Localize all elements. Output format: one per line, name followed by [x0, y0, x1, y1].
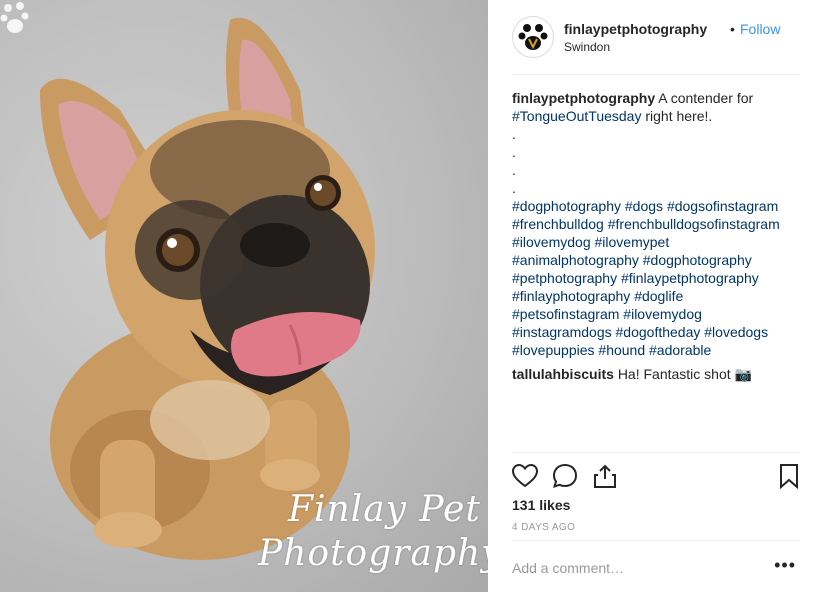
- post-panel: finlaypetphotography • Follow Swindon fi…: [488, 0, 821, 592]
- comment: tallulahbiscuits Ha! Fantastic shot 📷: [512, 365, 802, 383]
- hashtag-link[interactable]: #frenchbulldog: [512, 216, 604, 232]
- caption-username[interactable]: finlaypetphotography: [512, 90, 655, 106]
- hashtag-link[interactable]: #ilovemydog: [623, 306, 702, 322]
- watermark-logo: Finlay Pet Photography: [258, 488, 488, 576]
- caption-line: finlaypetphotography A contender for: [512, 89, 802, 107]
- hashtag-line: #finlayphotography #doglife: [512, 287, 802, 305]
- watermark-paw-icon: [0, 2, 29, 33]
- watermark-line-1: Finlay Pet: [288, 489, 481, 530]
- hashtag-line: #dogphotography #dogs #dogsofinstagram: [512, 197, 802, 215]
- hashtag-link[interactable]: #animalphotography: [512, 252, 639, 268]
- avatar[interactable]: [512, 16, 554, 58]
- hashtag-link[interactable]: #adorable: [649, 342, 711, 358]
- camera-emoji-icon: 📷: [734, 366, 752, 382]
- location-link[interactable]: Swindon: [564, 40, 610, 54]
- bookmark-icon[interactable]: [776, 463, 802, 489]
- hashtag-line: #petsofinstagram #ilovemydog: [512, 305, 802, 323]
- hashtag-line: #lovepuppies #hound #adorable: [512, 341, 802, 359]
- hashtag-link[interactable]: #ilovemydog: [512, 234, 591, 250]
- hashtag-link[interactable]: #doglife: [634, 288, 683, 304]
- hashtag-link[interactable]: #petsofinstagram: [512, 306, 619, 322]
- comment-icon[interactable]: [552, 463, 578, 489]
- more-options-button[interactable]: •••: [774, 555, 796, 576]
- post-header: finlaypetphotography • Follow Swindon: [512, 16, 800, 75]
- add-comment-section: •••: [512, 540, 800, 593]
- hashtag-link[interactable]: #hound: [598, 342, 645, 358]
- hashtag-link[interactable]: #TongueOutTuesday: [512, 108, 641, 124]
- hashtag-link[interactable]: #dogs: [625, 198, 663, 214]
- add-comment-input[interactable]: [512, 555, 752, 581]
- share-icon[interactable]: [592, 463, 618, 489]
- hashtag-link[interactable]: #dogoftheday: [616, 324, 701, 340]
- caption-text: A contender for: [655, 90, 754, 106]
- watermark-line-2: Photography: [258, 533, 488, 574]
- hashtag-link[interactable]: #dogphotography: [643, 252, 752, 268]
- hashtag-line: #petphotography #finlaypetphotography: [512, 269, 802, 287]
- hashtag-link[interactable]: #finlaypetphotography: [621, 270, 759, 286]
- hashtag-line: #instagramdogs #dogoftheday #lovedogs: [512, 323, 802, 341]
- separator-dot: •: [730, 21, 735, 37]
- post-caption: finlaypetphotography A contender for #To…: [512, 89, 802, 383]
- caption-dot: .: [512, 180, 516, 196]
- hashtag-line: #ilovemydog #ilovemypet: [512, 233, 802, 251]
- comment-username[interactable]: tallulahbiscuits: [512, 366, 614, 382]
- hashtag-link[interactable]: #dogsofinstagram: [667, 198, 778, 214]
- hashtag-link[interactable]: #lovepuppies: [512, 342, 595, 358]
- caption-dot: .: [512, 162, 516, 178]
- hashtag-link[interactable]: #frenchbulldogsofinstagram: [608, 216, 780, 232]
- hashtag-link[interactable]: #instagramdogs: [512, 324, 612, 340]
- hashtag-line: #frenchbulldog #frenchbulldogsofinstagra…: [512, 215, 802, 233]
- caption-dot: .: [512, 126, 516, 142]
- paw-logo-icon: [518, 24, 548, 50]
- post-timestamp[interactable]: 4 DAYS AGO: [512, 522, 575, 533]
- caption-line: #TongueOutTuesday right here!.: [512, 107, 802, 125]
- heart-icon[interactable]: [512, 463, 538, 489]
- caption-text: right here!.: [641, 108, 713, 124]
- comment-text: Ha! Fantastic shot: [617, 366, 731, 382]
- likes-count[interactable]: 131 likes: [512, 497, 570, 513]
- hashtag-link[interactable]: #dogphotography: [512, 198, 621, 214]
- hashtag-link[interactable]: #lovedogs: [704, 324, 768, 340]
- action-bar: [512, 452, 800, 501]
- hashtag-block: #dogphotography #dogs #dogsofinstagram #f…: [512, 197, 802, 359]
- post-photo[interactable]: Finlay Pet Photography: [0, 0, 488, 592]
- hashtag-link[interactable]: #petphotography: [512, 270, 617, 286]
- caption-dot: .: [512, 144, 516, 160]
- follow-button[interactable]: Follow: [740, 21, 780, 37]
- hashtag-link[interactable]: #finlayphotography: [512, 288, 630, 304]
- username-link[interactable]: finlaypetphotography: [564, 21, 707, 37]
- hashtag-line: #animalphotography #dogphotography: [512, 251, 802, 269]
- hashtag-link[interactable]: #ilovemypet: [595, 234, 670, 250]
